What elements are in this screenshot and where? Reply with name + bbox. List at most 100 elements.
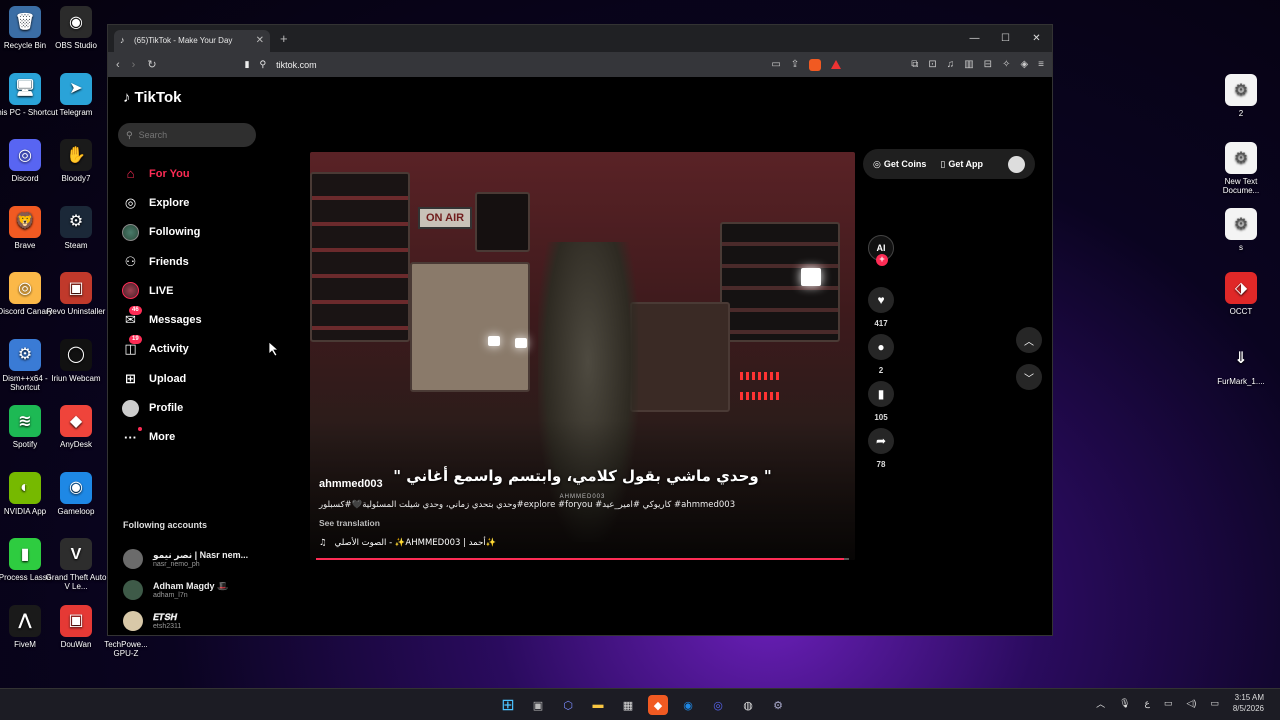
brave-taskbar-icon[interactable]: ◆ xyxy=(648,695,668,715)
text-document-icon: ⚙ xyxy=(1225,142,1257,174)
heart-icon[interactable]: ♥ xyxy=(868,287,894,313)
search-input[interactable] xyxy=(138,130,239,140)
get-coins-button[interactable]: ◎ Get Coins xyxy=(873,159,926,170)
comment-icon[interactable]: ● xyxy=(868,334,894,360)
sidebar-item-following[interactable]: Following xyxy=(122,218,202,247)
desktop-icon[interactable]: ◯ Iriun Webcam xyxy=(43,338,109,383)
sidebar-item-activity[interactable]: ◫ 19 Activity xyxy=(122,334,202,364)
next-video-button[interactable]: ﹀ xyxy=(1016,364,1042,390)
gameloop-taskbar-icon[interactable]: ◉ xyxy=(678,695,698,715)
sidebar-item-friends[interactable]: ⚇ Friends xyxy=(122,247,202,276)
desktop-icon[interactable]: ◆ AnyDesk xyxy=(43,405,109,449)
steam-taskbar-icon[interactable]: ⚙ xyxy=(768,695,788,715)
menu-icon[interactable]: ≡ xyxy=(1038,59,1044,70)
cast-icon[interactable]: ▭ xyxy=(771,59,780,70)
obs-taskbar-icon[interactable]: ◍ xyxy=(738,695,758,715)
tray-expand-icon[interactable]: ︿ xyxy=(1096,697,1105,710)
sidebar-icon[interactable]: ▥ xyxy=(964,59,973,70)
network-icon[interactable]: ▭ xyxy=(1164,698,1173,709)
account-text: Adham Magdy 🎩 adham_l7n xyxy=(153,581,228,599)
microphone-icon[interactable]: 🎙 xyxy=(1119,698,1130,709)
url-field[interactable]: ▮ ⚲ tiktok.com xyxy=(245,59,317,70)
battery-icon[interactable]: ▭ xyxy=(1210,698,1219,709)
share-arrow-icon[interactable]: ➦ xyxy=(868,428,894,454)
sidebar-item-live[interactable]: LIVE xyxy=(122,276,202,305)
see-translation-link[interactable]: See translation xyxy=(319,518,380,528)
desktop-icon-gpuz[interactable]: TechPowe... GPU-Z xyxy=(100,640,152,658)
like-action[interactable]: ♥ 417 xyxy=(866,287,896,328)
desktop-icon[interactable]: ▣ Revo Uninstaller xyxy=(43,272,109,316)
desktop-icon[interactable]: ⚙ 2 xyxy=(1208,74,1274,118)
desktop-icon[interactable]: ✋ Bloody7 xyxy=(43,139,109,183)
desktop-icon[interactable]: ◉ OBS Studio xyxy=(43,6,109,50)
store-icon[interactable]: ▦ xyxy=(618,695,638,715)
desktop-icon[interactable]: V Grand Theft Auto V Le... xyxy=(43,538,109,591)
brave-shields-icon[interactable] xyxy=(809,58,822,71)
desktop-icon[interactable]: ◉ Gameloop xyxy=(43,471,109,516)
activity-icon: ◫ 19 xyxy=(122,334,142,358)
desktop-icon[interactable]: ⇓ FurMark_1.... xyxy=(1208,342,1274,386)
sidebar-item-messages[interactable]: ✉ 46 Messages xyxy=(122,305,202,334)
following-account-item[interactable]: نصر نيمو | Nasr nem... nasr_nemo_ph xyxy=(123,543,248,574)
video-author[interactable]: ahmmed003 xyxy=(319,478,383,490)
brave-rewards-icon[interactable] xyxy=(831,60,842,69)
video-player[interactable]: ON AIR " وحدي ماشي بقول كلامي، وابتسم وا… xyxy=(310,152,855,560)
vpn-icon[interactable]: ◈ xyxy=(1020,59,1028,70)
search-box[interactable]: ⚲ xyxy=(118,123,256,147)
get-app-button[interactable]: ▯ Get App xyxy=(940,159,983,170)
following-account-item[interactable]: Adham Magdy 🎩 adham_l7n xyxy=(123,574,248,605)
extensions-icon[interactable]: ⧉ xyxy=(911,59,918,70)
desktop-icon[interactable]: ⚙ New Text Docume... xyxy=(1208,142,1274,195)
new-tab-icon[interactable]: + xyxy=(280,31,288,46)
task-view-icon[interactable]: ▣ xyxy=(528,695,548,715)
desktop-icon[interactable]: ⚙ s xyxy=(1208,208,1274,252)
media-icon[interactable]: ♫ xyxy=(947,59,955,70)
bookmark-icon[interactable]: ▮ xyxy=(868,381,894,407)
clock[interactable]: 3:15 AM 8/5/2026 xyxy=(1233,692,1264,714)
maximize-icon[interactable]: ☐ xyxy=(990,25,1021,52)
desktop-icon[interactable]: ⬗ OCCT xyxy=(1208,272,1274,316)
previous-video-button[interactable]: ︿ xyxy=(1016,327,1042,353)
live-icon xyxy=(122,282,139,300)
sidebar-item-profile[interactable]: Profile xyxy=(122,393,202,422)
screenshot-icon[interactable]: ⊡ xyxy=(928,59,936,70)
close-window-icon[interactable]: ✕ xyxy=(1021,25,1052,52)
browser-tab[interactable]: ♪ (65)TikTok - Make Your Day ✕ xyxy=(114,29,270,52)
discord-taskbar-icon[interactable]: ◎ xyxy=(708,695,728,715)
keyboard-language[interactable]: ع xyxy=(1145,698,1150,709)
share-action[interactable]: ➦ 78 xyxy=(866,428,896,469)
bookmark-icon[interactable]: ▮ xyxy=(245,59,250,70)
comment-action[interactable]: ● 2 xyxy=(866,334,896,375)
follow-plus-icon[interactable]: + xyxy=(876,254,888,266)
site-info-icon[interactable]: ⚲ xyxy=(260,59,267,70)
volume-icon[interactable]: ◁) xyxy=(1186,698,1196,709)
video-progress-bar[interactable] xyxy=(316,558,849,560)
copilot-icon[interactable]: ⬡ xyxy=(558,695,578,715)
desktop-icon[interactable]: ⚙ Steam xyxy=(43,205,109,250)
file-explorer-icon[interactable]: ▬ xyxy=(588,695,608,715)
reload-icon[interactable]: ↻ xyxy=(147,58,156,71)
sidebar-item-explore[interactable]: ◎ Explore xyxy=(122,188,202,217)
close-tab-icon[interactable]: ✕ xyxy=(256,35,264,46)
taskbar: ⊞ ▣ ⬡ ▬ ▦ ◆ ◉ ◎ ◍ ⚙ ︿ 🎙 ع ▭ ◁) ▭ 3:15 AM… xyxy=(0,688,1280,720)
creator-avatar[interactable]: AI + xyxy=(868,235,894,266)
video-music[interactable]: ♫ الصوت الأصلي - ✨AHMMED003 | أحمد✨ xyxy=(319,538,496,548)
tiktok-note-icon: ♪ xyxy=(123,89,131,106)
save-action[interactable]: ▮ 105 xyxy=(866,381,896,422)
start-icon[interactable]: ⊞ xyxy=(498,695,518,715)
share-icon[interactable]: ⇪ xyxy=(791,59,799,70)
minimize-icon[interactable]: — xyxy=(959,25,990,52)
sidebar-item-more[interactable]: ··· More xyxy=(122,423,202,452)
leo-ai-icon[interactable]: ✧ xyxy=(1002,59,1010,70)
back-icon[interactable]: ‹ xyxy=(116,59,120,71)
tiktok-logo[interactable]: ♪ TikTok xyxy=(123,89,181,106)
douwan-icon: ▣ xyxy=(60,604,92,637)
forward-icon[interactable]: › xyxy=(132,59,136,71)
tab-title: (65)TikTok - Make Your Day xyxy=(134,36,233,45)
sidebar-item-upload[interactable]: ⊞ Upload xyxy=(122,364,202,393)
following-account-item[interactable]: 𝑬𝑻𝑺𝑯 etsh2311 xyxy=(123,605,248,635)
user-avatar[interactable] xyxy=(1008,155,1025,173)
tab-search-icon[interactable]: ⊟ xyxy=(984,59,992,70)
sidebar-item-for-you[interactable]: ⌂ For You xyxy=(122,159,202,188)
desktop-icon[interactable]: ➤ Telegram xyxy=(43,72,109,117)
